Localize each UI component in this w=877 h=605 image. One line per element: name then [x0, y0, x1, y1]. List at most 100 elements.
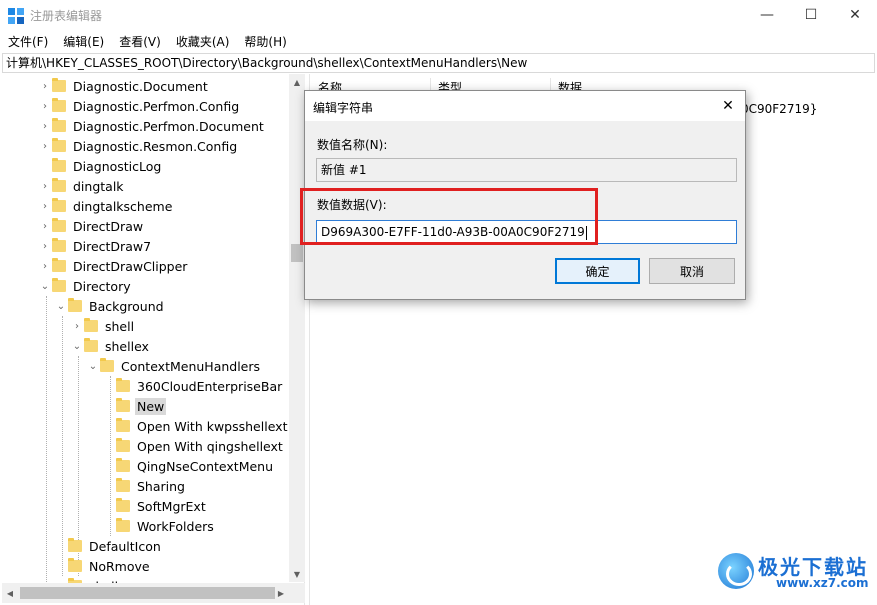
tree-node-label: DirectDrawClipper	[73, 258, 188, 274]
tree-node[interactable]: Sharing	[102, 476, 187, 496]
maximize-icon: ☐	[804, 7, 818, 23]
scroll-down-icon[interactable]: ▼	[289, 566, 305, 582]
tree-node[interactable]: DiagnosticLog	[38, 156, 163, 176]
tree-node[interactable]: ⌄ ContextMenuHandlers	[86, 356, 262, 376]
chevron-right-icon[interactable]: ›	[38, 256, 52, 276]
chevron-right-icon[interactable]: ›	[38, 216, 52, 236]
menu-file[interactable]: 文件(F)	[0, 33, 55, 50]
close-button[interactable]: ✕	[833, 0, 877, 30]
tree-node[interactable]: › DirectDraw	[38, 216, 145, 236]
tree-node[interactable]: › DirectDraw7	[38, 236, 153, 256]
tree-node[interactable]: › Diagnostic.Perfmon.Document	[38, 116, 266, 136]
tree-node[interactable]: 360CloudEnterpriseBar	[102, 376, 284, 396]
watermark-logo-icon	[718, 553, 754, 589]
chevron-down-icon[interactable]: ⌄	[86, 356, 100, 376]
tree-node[interactable]: › DirectDrawClipper	[38, 256, 189, 276]
chevron-right-icon[interactable]: ›	[38, 176, 52, 196]
scroll-right-icon[interactable]: ▶	[273, 585, 289, 601]
menu-help[interactable]: 帮助(H)	[236, 33, 293, 50]
maximize-button[interactable]: ☐	[789, 0, 833, 30]
folder-icon	[52, 278, 66, 292]
tree-node-label: Directory	[73, 278, 131, 294]
tree-node[interactable]: DefaultIcon	[54, 536, 163, 556]
tree-node[interactable]: ⌄ shellex	[70, 336, 151, 356]
tree-node[interactable]: › Diagnostic.Resmon.Config	[38, 136, 239, 156]
chevron-right-icon[interactable]: ›	[38, 76, 52, 96]
tree-node[interactable]: › dingtalkscheme	[38, 196, 174, 216]
tree-node-label: New	[135, 397, 167, 415]
tree-node-label: QingNseContextMenu	[137, 458, 274, 474]
watermark-logo: 极光下载站 www.xz7.com	[718, 551, 869, 593]
chevron-down-icon[interactable]: ⌄	[38, 276, 52, 296]
tree-node[interactable]: › Diagnostic.Perfmon.Config	[38, 96, 241, 116]
tree-node-label: DirectDraw7	[73, 238, 152, 254]
tree-node[interactable]: Open With kwpsshellext	[102, 416, 289, 436]
tree-node[interactable]: WorkFolders	[102, 516, 216, 536]
tree-node-label: Sharing	[137, 478, 185, 494]
chevron-right-icon[interactable]: ›	[38, 196, 52, 216]
chevron-right-icon	[102, 516, 116, 536]
folder-icon	[116, 418, 130, 432]
scroll-up-icon[interactable]: ▲	[289, 74, 305, 90]
tree-node[interactable]: NoRmove	[54, 556, 152, 576]
menu-favorites[interactable]: 收藏夹(A)	[168, 33, 237, 50]
tree-horizontal-scrollbar[interactable]: ◀ ▶	[2, 583, 305, 603]
folder-icon	[116, 478, 130, 492]
folder-icon	[116, 498, 130, 512]
cancel-button[interactable]: 取消	[649, 258, 735, 284]
folder-icon	[52, 238, 66, 252]
dialog-title-bar: 编辑字符串 ✕	[305, 91, 745, 121]
tree-node-label: dingtalkscheme	[73, 198, 173, 214]
folder-icon	[52, 198, 66, 212]
tree-node-label: Diagnostic.Document	[73, 78, 208, 94]
menu-view[interactable]: 查看(V)	[111, 33, 168, 50]
tree-node[interactable]: Open With qingshellext	[102, 436, 285, 456]
tree-node[interactable]: SoftMgrExt	[102, 496, 208, 516]
chevron-down-icon[interactable]: ⌄	[54, 296, 68, 316]
tree-node[interactable]: › dingtalk	[38, 176, 126, 196]
tree-node[interactable]: ⌄ Directory	[38, 276, 133, 296]
folder-icon	[116, 458, 130, 472]
menu-edit[interactable]: 编辑(E)	[55, 33, 111, 50]
chevron-right-icon	[102, 436, 116, 456]
tree-node-label: SoftMgrExt	[137, 498, 206, 514]
chevron-right-icon[interactable]: ›	[38, 96, 52, 116]
address-bar[interactable]: 计算机\HKEY_CLASSES_ROOT\Directory\Backgrou…	[2, 53, 875, 73]
vertical-scroll-thumb[interactable]	[291, 244, 303, 262]
chevron-right-icon	[102, 416, 116, 436]
ok-button[interactable]: 确定	[555, 258, 640, 284]
tree-node-label: Diagnostic.Perfmon.Document	[73, 118, 264, 134]
window-title: 注册表编辑器	[30, 9, 103, 23]
chevron-right-icon[interactable]: ›	[70, 316, 84, 336]
folder-icon	[68, 558, 82, 572]
chevron-right-icon[interactable]: ›	[38, 136, 52, 156]
tree-node[interactable]: New	[102, 396, 167, 416]
tree-pane[interactable]: › Diagnostic.Document › Diagnostic.Perfmon.…	[2, 74, 305, 605]
scroll-left-icon[interactable]: ◀	[2, 585, 18, 601]
registry-editor-icon	[8, 8, 24, 24]
tree-node[interactable]: QingNseContextMenu	[102, 456, 275, 476]
tree-node-label: DiagnosticLog	[73, 158, 162, 174]
tree-vertical-scrollbar[interactable]: ▲ ▼	[289, 74, 305, 582]
folder-icon	[68, 298, 82, 312]
chevron-right-icon[interactable]: ›	[38, 116, 52, 136]
tree-node-label: ContextMenuHandlers	[121, 358, 261, 374]
folder-icon	[116, 518, 130, 532]
tree-node-label: Background	[89, 298, 164, 314]
tree-node-label: Diagnostic.Perfmon.Config	[73, 98, 240, 114]
menu-bar: 文件(F) 编辑(E) 查看(V) 收藏夹(A) 帮助(H)	[0, 30, 877, 52]
chevron-down-icon[interactable]: ⌄	[70, 336, 84, 356]
tree-node[interactable]: › shell	[70, 316, 136, 336]
minimize-icon: —	[760, 7, 774, 23]
chevron-right-icon[interactable]: ›	[38, 236, 52, 256]
folder-icon	[52, 158, 66, 172]
folder-icon	[52, 78, 66, 92]
chevron-right-icon	[38, 156, 52, 176]
tree-node-label: Open With qingshellext	[137, 438, 283, 454]
tree-node[interactable]: ⌄ Background	[54, 296, 166, 316]
value-name-label: 数值名称(N):	[317, 138, 388, 152]
minimize-button[interactable]: —	[745, 0, 789, 30]
dialog-close-button[interactable]: ✕	[717, 95, 739, 117]
tree-node[interactable]: › Diagnostic.Document	[38, 76, 210, 96]
horizontal-scroll-thumb[interactable]	[20, 587, 275, 599]
